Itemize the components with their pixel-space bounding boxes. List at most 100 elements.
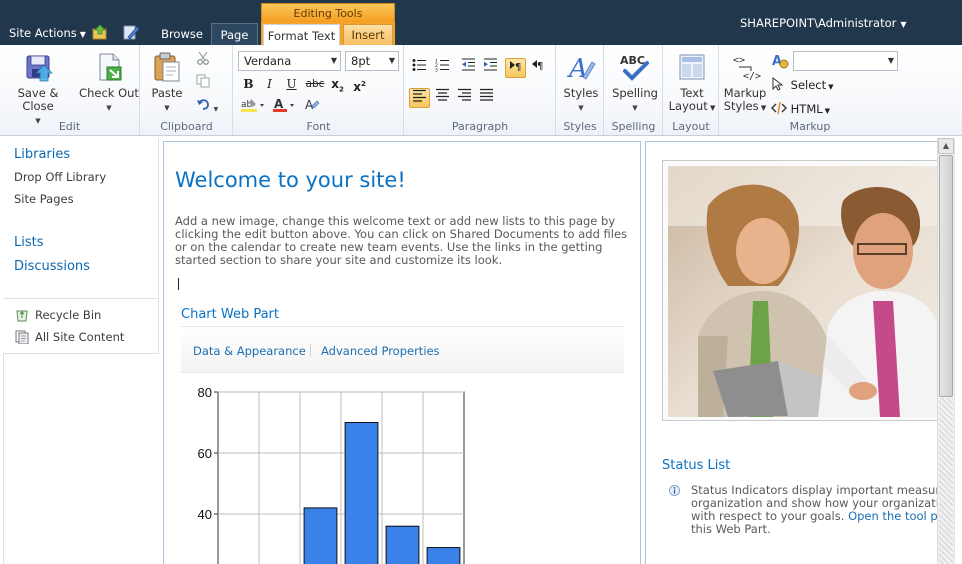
styles-button[interactable]: A Styles ▼ <box>559 51 603 115</box>
chevron-down-icon: ▼ <box>758 104 767 112</box>
nav-lists[interactable]: Lists <box>14 235 44 250</box>
rtl-button[interactable]: ¶ <box>528 58 549 78</box>
svg-text:A: A <box>567 54 588 83</box>
highlight-color-button[interactable]: ab <box>238 97 268 117</box>
scroll-up-arrow-icon[interactable]: ▲ <box>938 138 954 154</box>
right-to-left-icon: ¶ <box>532 60 543 72</box>
text-layout-button[interactable]: Text Layout ▼ <box>667 51 717 115</box>
select-label: Select <box>790 78 827 92</box>
window-edge <box>954 138 962 564</box>
spelling-button[interactable]: ABC Spelling ▼ <box>609 51 661 115</box>
nav-recycle-bin[interactable]: Recycle Bin <box>15 308 101 322</box>
nav-libraries[interactable]: Libraries <box>14 147 70 162</box>
welcome-text[interactable]: Add a new image, change this welcome tex… <box>175 215 630 267</box>
top-bar: Site Actions ▼ Browse Page Editing Tools … <box>0 0 962 46</box>
save-close-button[interactable]: Save & Close ▼ <box>7 51 69 128</box>
html-label: HTML <box>790 102 823 116</box>
language-select[interactable]: ▼ <box>793 51 898 71</box>
chevron-down-icon: ▼ <box>887 56 894 65</box>
clear-format-button[interactable]: A <box>301 97 322 117</box>
bold-button[interactable]: B <box>238 74 259 94</box>
svg-text:¶: ¶ <box>537 61 543 72</box>
markup-styles-label-2: Styles <box>723 99 759 113</box>
align-center-button[interactable] <box>432 88 453 108</box>
nav-site-pages[interactable]: Site Pages <box>14 192 74 206</box>
group-label-layout: Layout <box>672 120 710 133</box>
select-button[interactable]: Select ▼ <box>771 76 834 92</box>
status-list-title[interactable]: Status List <box>662 458 730 473</box>
edit-page-icon[interactable] <box>122 24 140 40</box>
status-line-4: this Web Part. <box>691 522 771 536</box>
svg-text:<>: <> <box>733 55 745 66</box>
copy-button[interactable] <box>192 74 213 94</box>
svg-text:3: 3 <box>435 68 438 73</box>
align-left-button[interactable] <box>409 88 430 108</box>
markup-styles-button[interactable]: <> </> Markup Styles ▼ <box>722 51 768 115</box>
tab-browse[interactable]: Browse <box>154 24 210 45</box>
chevron-down-icon: ▼ <box>79 30 86 39</box>
justify-button[interactable] <box>476 88 497 108</box>
chart-bar <box>303 507 338 564</box>
bar-chart: 40 60 80 <box>198 385 465 564</box>
align-right-button[interactable] <box>454 88 475 108</box>
site-actions-menu[interactable]: Site Actions ▼ <box>9 26 86 40</box>
chart-web-part-toolbar: Data & Appearance Advanced Properties <box>181 326 624 373</box>
scroll-thumb[interactable] <box>939 155 953 397</box>
chevron-down-icon: ▼ <box>388 56 395 65</box>
highlighter-icon: ab <box>241 99 264 112</box>
decrease-indent-button[interactable] <box>458 58 479 78</box>
paste-button[interactable]: Paste ▼ <box>146 51 188 115</box>
numbered-list-icon: 123 <box>435 59 449 74</box>
vertical-scrollbar[interactable]: ▲ <box>937 138 954 564</box>
nav-all-site-content[interactable]: All Site Content <box>15 330 124 344</box>
advanced-properties-link[interactable]: Advanced Properties <box>321 344 440 358</box>
scroll-track[interactable] <box>939 398 953 564</box>
ltr-button[interactable]: ¶ <box>505 58 526 78</box>
site-actions-label: Site Actions <box>9 26 77 40</box>
check-out-button[interactable]: Check Out ▼ <box>78 51 140 115</box>
tab-page[interactable]: Page <box>211 23 258 45</box>
outdent-icon <box>462 58 475 71</box>
navigate-up-icon[interactable] <box>92 24 110 40</box>
tab-insert[interactable]: Insert <box>343 24 393 45</box>
superscript-button[interactable]: x2 <box>349 74 370 94</box>
chart-web-part-title[interactable]: Chart Web Part <box>181 307 279 322</box>
font-color-button[interactable]: A <box>271 97 299 117</box>
subscript-button[interactable]: x2 <box>327 74 348 94</box>
editing-tools-label: Editing Tools <box>261 3 395 23</box>
align-right-icon <box>458 88 471 101</box>
italic-button[interactable]: I <box>259 74 280 94</box>
strikethrough-button[interactable]: abc <box>303 74 327 94</box>
user-menu[interactable]: SHAREPOINT\Administrator ▼ <box>740 16 907 30</box>
increase-indent-button[interactable] <box>480 58 501 78</box>
data-appearance-link[interactable]: Data & Appearance <box>193 344 306 358</box>
site-image-frame <box>662 160 940 421</box>
font-size-select[interactable]: 8pt ▼ <box>345 51 399 71</box>
numbering-button[interactable]: 123 <box>432 58 453 78</box>
clear-format-icon: A <box>305 98 319 112</box>
underline-button[interactable]: U <box>281 74 302 94</box>
undo-button[interactable]: ▼ <box>192 97 222 117</box>
main-content-zone[interactable]: Welcome to your site! Add a new image, c… <box>163 141 641 564</box>
nav-drop-off-library[interactable]: Drop Off Library <box>14 170 106 184</box>
html-button[interactable]: HTML ▼ <box>771 101 830 116</box>
nav-discussions[interactable]: Discussions <box>14 259 90 274</box>
cut-button[interactable] <box>192 51 213 71</box>
ribbon-group-font: Verdana ▼ 8pt ▼ B I U abc x2 x2 ab A A Fon… <box>234 45 404 135</box>
open-tool-pane-link[interactable]: Open the tool pa <box>848 509 941 523</box>
group-label-font: Font <box>306 120 331 133</box>
styles-label: Styles <box>563 86 599 100</box>
tab-format-text[interactable]: Format Text <box>263 24 340 46</box>
font-name-select[interactable]: Verdana ▼ <box>238 51 341 71</box>
check-out-icon <box>99 53 122 81</box>
copy-icon <box>196 74 209 88</box>
bullet-list-icon <box>412 59 426 71</box>
align-left-icon <box>413 89 426 102</box>
superscript-label: x <box>353 80 361 94</box>
bullets-button[interactable] <box>409 58 430 78</box>
all-site-content-label: All Site Content <box>35 330 125 344</box>
status-list-description: Status Indicators display important meas… <box>691 484 941 536</box>
undo-icon <box>196 99 209 110</box>
site-image[interactable] <box>668 166 938 417</box>
toolbar-separator <box>310 344 311 357</box>
